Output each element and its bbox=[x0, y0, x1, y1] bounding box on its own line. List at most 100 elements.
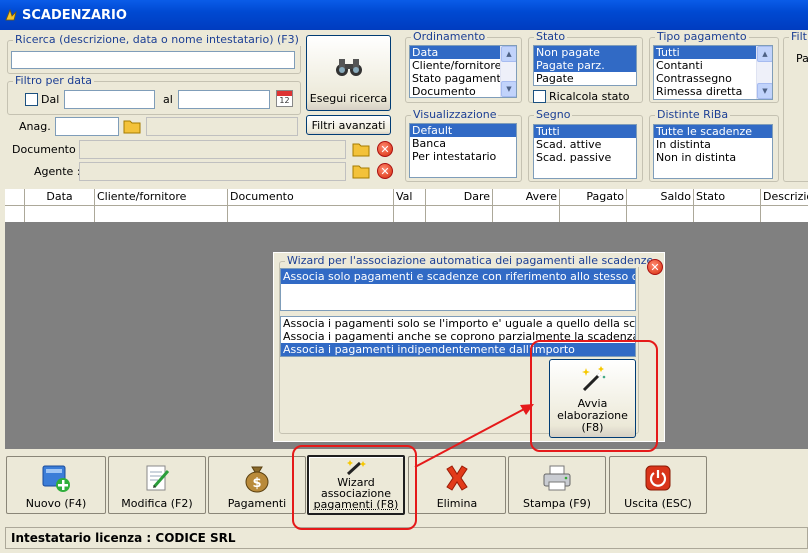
power-icon bbox=[641, 462, 675, 494]
license-holder: Intestatario licenza : CODICE SRL bbox=[11, 531, 236, 545]
scrollbar[interactable]: ▲ ▼ bbox=[500, 46, 516, 97]
col-pagato[interactable]: Pagato bbox=[560, 189, 627, 206]
distinte-caption: Distinte RiBa bbox=[655, 108, 730, 121]
segno-caption: Segno bbox=[534, 108, 572, 121]
list-item[interactable]: Banca bbox=[410, 137, 516, 150]
search-button[interactable]: Esegui ricerca bbox=[306, 35, 391, 111]
annotation-arrow bbox=[400, 395, 540, 475]
wizard-close-icon[interactable]: ✕ bbox=[647, 259, 663, 275]
anag-name-field bbox=[146, 117, 298, 136]
scroll-up-icon[interactable]: ▲ bbox=[757, 46, 773, 62]
documento-field bbox=[79, 140, 346, 159]
list-item[interactable]: Pagate bbox=[534, 72, 636, 85]
col-dare[interactable]: Dare bbox=[426, 189, 493, 206]
table-row[interactable] bbox=[5, 206, 808, 222]
stato-list[interactable]: Non pagate Pagate parz. Pagate bbox=[533, 45, 637, 86]
edit-button[interactable]: Modifica (F2) bbox=[108, 456, 206, 514]
highlight-box-start bbox=[530, 340, 658, 452]
distinte-list[interactable]: Tutte le scadenze In distinta Non in dis… bbox=[653, 124, 773, 179]
window-titlebar: SCADENZARIO bbox=[0, 0, 808, 30]
tipo-pagamento-caption: Tipo pagamento bbox=[655, 30, 749, 43]
visualizzazione-list[interactable]: Default Banca Per intestatario bbox=[409, 123, 517, 178]
ordinamento-caption: Ordinamento bbox=[411, 30, 487, 43]
col-avere[interactable]: Avere bbox=[493, 189, 560, 206]
dal-date-input[interactable] bbox=[64, 90, 155, 109]
edit-button-label: Modifica (F2) bbox=[121, 498, 192, 510]
list-item[interactable]: Tutti bbox=[534, 125, 636, 138]
scroll-up-icon[interactable]: ▲ bbox=[501, 46, 517, 62]
al-date-input[interactable] bbox=[178, 90, 270, 109]
list-item[interactable]: Non in distinta bbox=[654, 151, 772, 164]
binoculars-icon bbox=[334, 56, 364, 78]
window-title: SCADENZARIO bbox=[22, 8, 127, 23]
documento-clear-icon[interactable]: ✕ bbox=[377, 141, 393, 157]
new-button[interactable]: Nuovo (F4) bbox=[6, 456, 106, 514]
tipo-pagamento-list[interactable]: Tutti Contanti Contrassegno Rimessa dire… bbox=[653, 45, 773, 100]
anag-code-input[interactable] bbox=[55, 117, 119, 136]
col-val[interactable]: Val bbox=[394, 189, 426, 206]
edit-document-icon bbox=[140, 462, 174, 494]
calendar-icon[interactable]: 12 bbox=[276, 90, 293, 107]
folder-icon[interactable] bbox=[123, 118, 141, 134]
print-button-label: Stampa (F9) bbox=[523, 498, 591, 510]
list-item[interactable]: Scad. passive bbox=[534, 151, 636, 164]
app-icon bbox=[4, 8, 18, 22]
col-saldo[interactable]: Saldo bbox=[627, 189, 694, 206]
list-item[interactable]: Tutti bbox=[654, 46, 772, 59]
date-filter-caption: Filtro per data bbox=[13, 74, 94, 87]
list-item[interactable]: Contrassegno bbox=[654, 72, 772, 85]
documento-label: Documento : bbox=[12, 143, 83, 156]
ordinamento-list[interactable]: Data Cliente/fornitore Stato pagamento D… bbox=[409, 45, 517, 98]
col-descrizione[interactable]: Descrizio bbox=[761, 189, 808, 206]
scroll-down-icon[interactable]: ▼ bbox=[757, 83, 773, 99]
dal-checkbox[interactable] bbox=[25, 93, 38, 106]
agente-clear-icon[interactable]: ✕ bbox=[377, 163, 393, 179]
advanced-filters-label: Filtri avanzati bbox=[312, 119, 386, 132]
scrollbar[interactable]: ▲ ▼ bbox=[756, 46, 772, 99]
list-item[interactable]: Per intestatario bbox=[410, 150, 516, 163]
list-item[interactable]: In distinta bbox=[654, 138, 772, 151]
list-item[interactable]: Associa solo pagamenti e scadenze con ri… bbox=[281, 269, 635, 284]
scroll-down-icon[interactable]: ▼ bbox=[501, 81, 517, 97]
search-caption: Ricerca (descrizione, data o nome intest… bbox=[13, 33, 301, 46]
list-item[interactable]: Rimessa diretta bbox=[654, 85, 772, 98]
segno-list[interactable]: Tutti Scad. attive Scad. passive bbox=[533, 124, 637, 179]
stato-caption: Stato bbox=[534, 30, 567, 43]
col-documento[interactable]: Documento bbox=[228, 189, 394, 206]
exit-button[interactable]: Uscita (ESC) bbox=[609, 456, 707, 514]
money-bag-icon: $ bbox=[240, 462, 274, 494]
search-input[interactable] bbox=[11, 51, 295, 69]
wizard-top-list[interactable]: Associa solo pagamenti e scadenze con ri… bbox=[280, 268, 636, 311]
list-item[interactable]: Default bbox=[410, 124, 516, 137]
agente-folder-icon[interactable] bbox=[352, 163, 370, 179]
ricalcola-label: Ricalcola stato bbox=[549, 90, 629, 103]
col-data[interactable]: Data bbox=[25, 189, 95, 206]
list-item[interactable]: Scad. attive bbox=[534, 138, 636, 151]
highlight-box-wizard bbox=[292, 445, 417, 530]
grid-corner bbox=[5, 189, 25, 206]
list-item[interactable]: Pagate parz. bbox=[534, 59, 636, 72]
col-cliente[interactable]: Cliente/fornitore bbox=[95, 189, 228, 206]
advanced-filters-button[interactable]: Filtri avanzati bbox=[306, 115, 391, 135]
list-item[interactable]: Contanti bbox=[654, 59, 772, 72]
exit-button-label: Uscita (ESC) bbox=[624, 498, 692, 510]
list-item[interactable]: Tutte le scadenze bbox=[654, 125, 772, 138]
agente-label: Agente : bbox=[34, 165, 81, 178]
anag-label: Anag. : bbox=[19, 120, 58, 133]
dal-label: Dal bbox=[41, 93, 59, 106]
search-button-label: Esegui ricerca bbox=[310, 92, 387, 105]
grid-header: Data Cliente/fornitore Documento Val Dar… bbox=[5, 189, 808, 206]
documento-folder-icon[interactable] bbox=[352, 141, 370, 157]
payments-button-label: Pagamenti bbox=[228, 498, 286, 510]
printer-icon bbox=[540, 462, 574, 494]
new-button-label: Nuovo (F4) bbox=[26, 498, 87, 510]
al-label: al bbox=[163, 93, 173, 106]
col-stato[interactable]: Stato bbox=[694, 189, 761, 206]
ricalcola-checkbox[interactable] bbox=[533, 90, 546, 103]
list-item[interactable]: Associa i pagamenti solo se l'importo e'… bbox=[281, 317, 635, 330]
wizard-caption: Wizard per l'associazione automatica dei… bbox=[285, 254, 655, 267]
visualizzazione-caption: Visualizzazione bbox=[411, 108, 498, 121]
agente-field bbox=[79, 162, 346, 181]
list-item[interactable]: Non pagate bbox=[534, 46, 636, 59]
filtri-sub-label: Pa bbox=[796, 52, 808, 65]
